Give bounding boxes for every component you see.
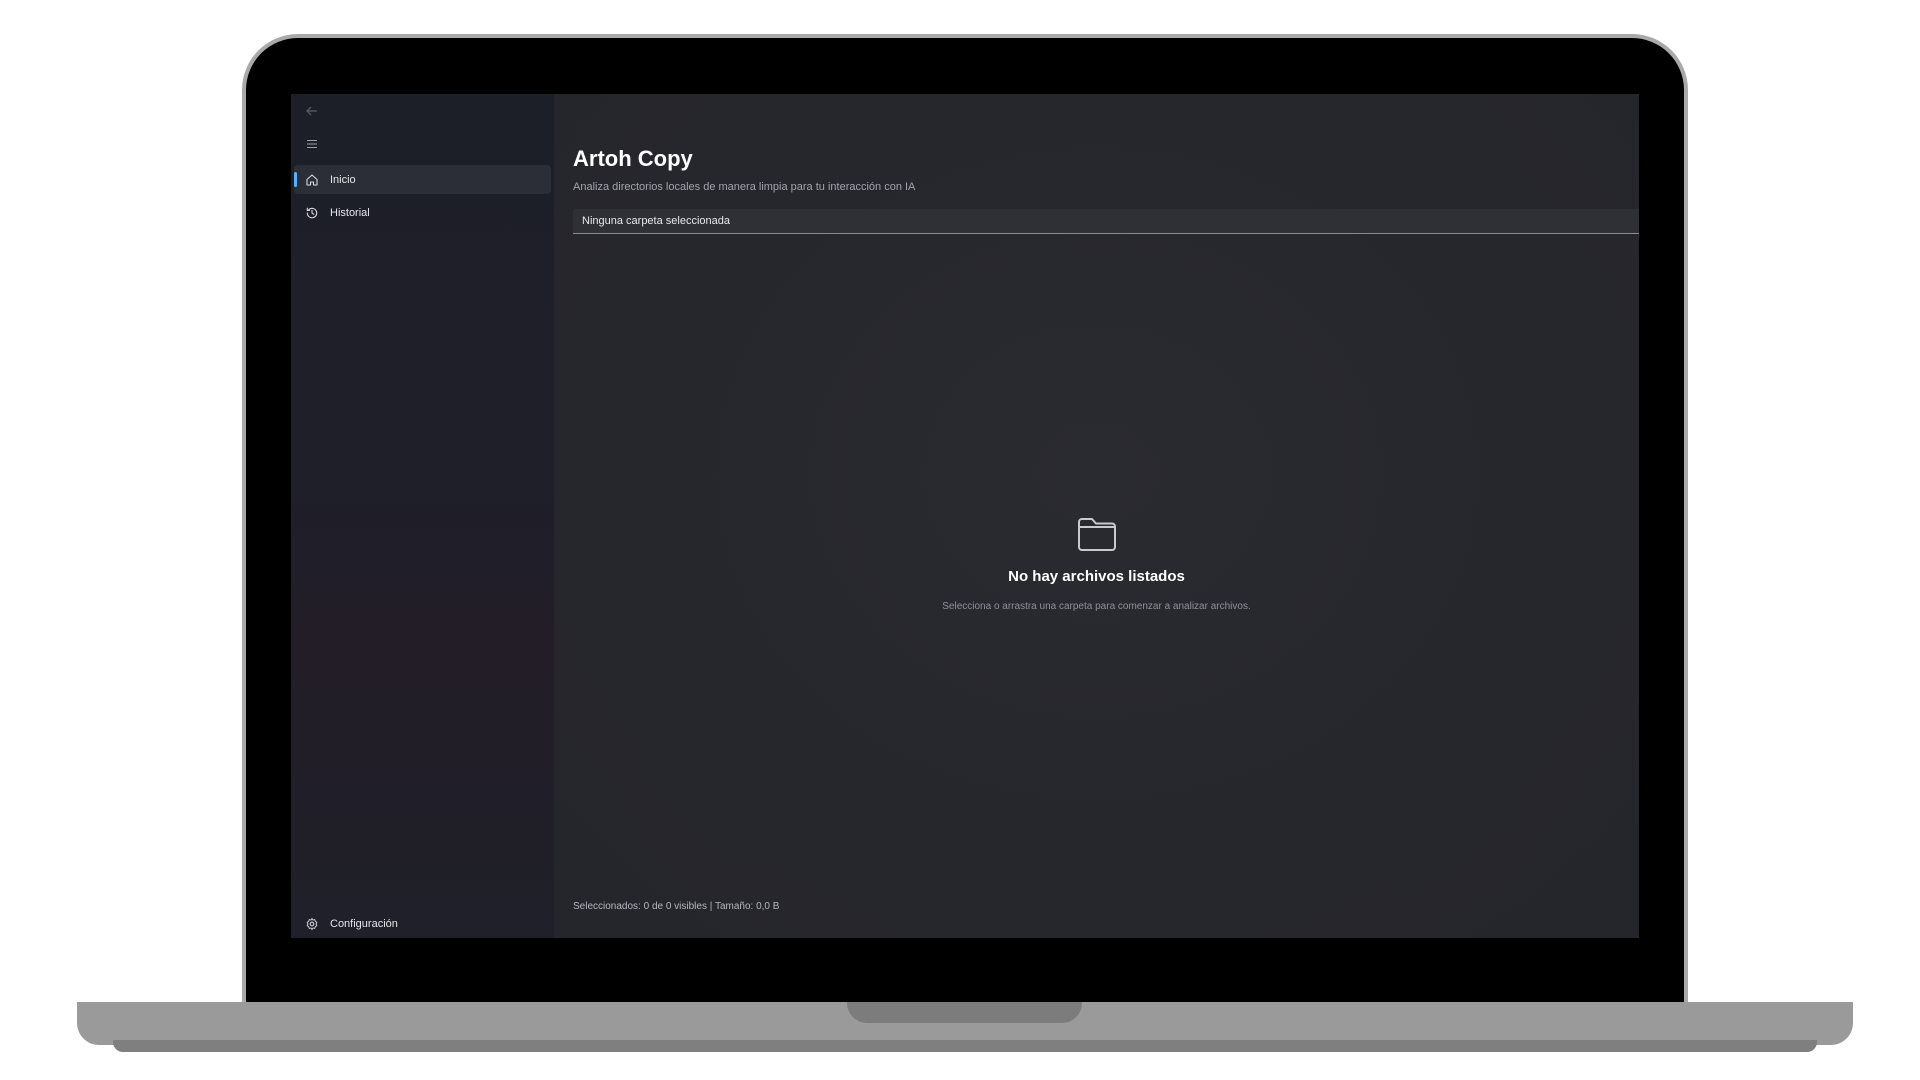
gear-icon — [304, 916, 320, 932]
sidebar-item-label: Configuración — [330, 917, 398, 930]
laptop-base-shadow — [113, 1040, 1817, 1052]
empty-state: No hay archivos listados Selecciona o ar… — [554, 514, 1639, 612]
page-subtitle: Analiza directorios locales de manera li… — [573, 181, 916, 193]
sidebar-item-label: Inicio — [330, 173, 356, 186]
empty-state-title: No hay archivos listados — [1008, 568, 1185, 585]
home-icon — [304, 172, 320, 188]
active-indicator — [294, 172, 297, 187]
laptop-notch — [847, 1002, 1082, 1023]
sidebar-item-inicio[interactable]: Inicio — [294, 165, 551, 194]
sidebar-item-configuracion[interactable]: Configuración — [294, 909, 551, 938]
folder-path-field[interactable]: Ninguna carpeta seleccionada — [573, 209, 1639, 234]
sidebar-item-historial[interactable]: Historial — [294, 198, 551, 227]
folder-path-value: Ninguna carpeta seleccionada — [582, 215, 730, 227]
back-arrow-icon[interactable] — [303, 104, 321, 122]
folder-icon — [1075, 514, 1119, 554]
main-content: Artoh Copy Analiza directorios locales d… — [554, 94, 1639, 938]
app-window: Inicio Historial Configuración Artoh Cop… — [291, 94, 1639, 938]
status-bar: Seleccionados: 0 de 0 visibles | Tamaño:… — [573, 901, 780, 912]
sidebar: Inicio Historial Configuración — [291, 94, 554, 938]
sidebar-item-label: Historial — [330, 206, 370, 219]
history-icon — [304, 205, 320, 221]
empty-state-text: Selecciona o arrastra una carpeta para c… — [942, 601, 1251, 612]
page-title: Artoh Copy — [573, 146, 693, 171]
hamburger-menu-icon[interactable] — [303, 137, 321, 155]
